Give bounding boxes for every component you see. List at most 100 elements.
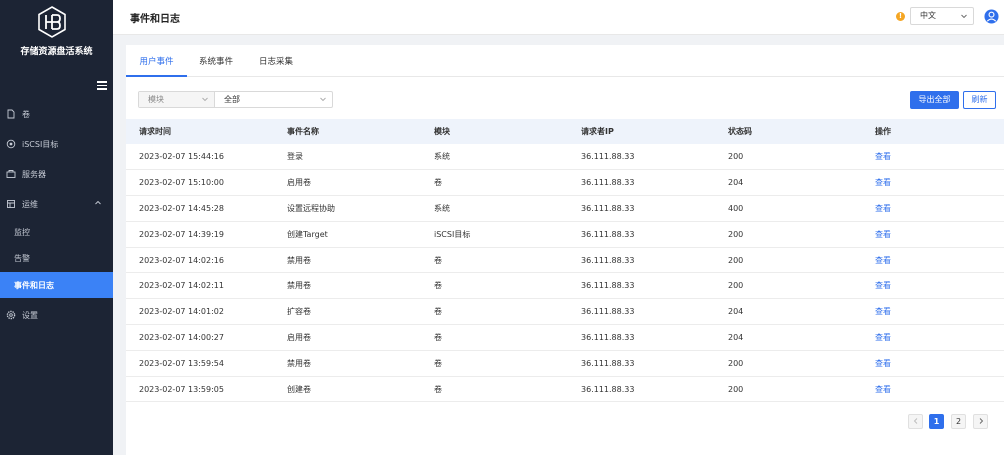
tab-user-events[interactable]: 用户事件: [126, 45, 187, 77]
table-cell: 200: [715, 221, 862, 248]
column-header: 状态码: [728, 127, 752, 136]
table-cell: 2023-02-07 14:00:27: [126, 324, 274, 351]
sidebar-item-volume[interactable]: 卷: [0, 101, 113, 127]
sidebar-item-label: iSCSI目标: [22, 139, 59, 149]
table-cell: 200: [715, 376, 862, 403]
chevron-right-icon: [979, 418, 983, 424]
table-cell: 36.111.88.33: [568, 195, 715, 222]
table-cell: 卷: [421, 298, 568, 326]
export-all-button[interactable]: 导出全部: [910, 91, 959, 109]
table-cell: 系统: [421, 144, 568, 171]
tab-bar: 用户事件 系统事件 日志采集: [126, 45, 1004, 77]
sidebar-item-events-logs[interactable]: 事件和日志: [0, 272, 113, 298]
column-header: 请求时间: [139, 127, 171, 136]
table-cell: 2023-02-07 14:02:11: [126, 272, 274, 300]
table-cell: 36.111.88.33: [568, 298, 715, 326]
table-cell: 卷: [421, 376, 568, 403]
filter-field-label: 模块: [148, 95, 164, 104]
refresh-button[interactable]: 刷新: [963, 91, 996, 109]
language-select[interactable]: 中文: [910, 7, 974, 25]
sidebar-item-iscsi[interactable]: iSCSI目标: [0, 131, 113, 157]
filter-value-select[interactable]: 全部: [215, 92, 332, 107]
table-cell: 启用卷: [274, 169, 421, 197]
target-icon: [6, 139, 16, 149]
chevron-down-icon: [202, 97, 208, 102]
page-button-1[interactable]: 1: [929, 414, 944, 429]
table-cell: 创建卷: [274, 376, 421, 403]
view-link[interactable]: 查看: [862, 298, 1004, 326]
table-cell: 200: [715, 144, 862, 171]
table-row: 2023-02-07 13:59:54 禁用卷卷 36.111.88.33 200 查看: [126, 350, 1004, 377]
column-header: 事件名称: [287, 127, 319, 136]
table-cell: 204: [715, 169, 862, 197]
table-cell: 200: [715, 350, 862, 377]
sidebar-item-label: 告警: [14, 253, 30, 263]
table-cell: 36.111.88.33: [568, 247, 715, 274]
sidebar-item-label: 运维: [22, 199, 38, 209]
sidebar-item-label: 设置: [22, 310, 38, 320]
sidebar-item-settings[interactable]: 设置: [0, 302, 113, 328]
main-card: 用户事件 系统事件 日志采集 模块 全部 导出全部 刷新 请求时间 事件名称 模…: [126, 45, 1004, 455]
view-link[interactable]: 查看: [862, 324, 1004, 351]
view-link[interactable]: 查看: [862, 169, 1004, 197]
view-link[interactable]: 查看: [862, 195, 1004, 222]
table-row: 2023-02-07 14:02:16 禁用卷卷 36.111.88.33 200 查看: [126, 247, 1004, 274]
table-cell: 2023-02-07 14:39:19: [126, 221, 274, 248]
tab-system-events[interactable]: 系统事件: [194, 45, 238, 77]
table-cell: 200: [715, 272, 862, 300]
language-value: 中文: [920, 11, 936, 20]
table-cell: 36.111.88.33: [568, 272, 715, 300]
table-row: 2023-02-07 14:39:19 创建Target iSCSI目标 36.111…: [126, 221, 1004, 248]
table-cell: 2023-02-07 13:59:54: [126, 350, 274, 377]
table-row: 2023-02-07 15:44:16 登录 系统 36.111.88.33 200 查看: [126, 144, 1004, 171]
table-header-row: 请求时间 事件名称 模块 请求者IP 状态码 操作: [126, 119, 1004, 144]
table-cell: 登录: [274, 144, 421, 171]
chevron-up-icon: [95, 200, 101, 205]
maintenance-icon: [7, 200, 15, 208]
table-cell: 204: [715, 298, 862, 326]
chevron-down-icon: [320, 97, 326, 102]
table-cell: 创建Target: [274, 221, 421, 248]
sidebar-item-alarm[interactable]: 告警: [0, 245, 113, 271]
table-cell: 36.111.88.33: [568, 169, 715, 197]
table-cell: 系统: [421, 195, 568, 222]
view-link[interactable]: 查看: [862, 350, 1004, 377]
table-cell: 2023-02-07 15:10:00: [126, 169, 274, 197]
table-cell: 400: [715, 195, 862, 222]
view-link[interactable]: 查看: [862, 272, 1004, 300]
view-link[interactable]: 查看: [862, 247, 1004, 274]
app-logo: [38, 6, 66, 38]
view-link[interactable]: 查看: [862, 376, 1004, 403]
table-cell: 2023-02-07 15:44:16: [126, 144, 274, 171]
gear-icon: [6, 310, 16, 320]
sidebar-item-server[interactable]: 服务器: [0, 161, 113, 187]
table-cell: 36.111.88.33: [568, 221, 715, 248]
top-bar: 事件和日志 ! 中文: [113, 0, 1004, 35]
chevron-down-icon: [961, 14, 967, 19]
sidebar-item-maintenance[interactable]: 运维: [0, 191, 113, 217]
table-cell: 卷: [421, 350, 568, 377]
column-header: 模块: [434, 127, 450, 136]
table-row: 2023-02-07 14:00:27 启用卷卷 36.111.88.33 204 查看: [126, 324, 1004, 351]
user-avatar-icon[interactable]: [984, 9, 999, 24]
table-cell: 200: [715, 247, 862, 274]
filter-field-select[interactable]: 模块: [139, 92, 215, 107]
module-filter: 模块 全部: [138, 91, 333, 108]
sidebar-item-monitor[interactable]: 监控: [0, 219, 113, 245]
page-title: 事件和日志: [130, 14, 180, 25]
table-cell: 36.111.88.33: [568, 350, 715, 377]
view-link[interactable]: 查看: [862, 221, 1004, 248]
prev-page-button[interactable]: [908, 414, 923, 429]
tab-log-collection[interactable]: 日志采集: [254, 45, 298, 77]
menu-toggle-icon[interactable]: [97, 81, 107, 90]
sidebar-item-label: 事件和日志: [14, 280, 54, 290]
table-row: 2023-02-07 15:10:00 启用卷卷 36.111.88.33 204 查看: [126, 169, 1004, 197]
table-cell: 卷: [421, 272, 568, 300]
table-cell: 204: [715, 324, 862, 351]
table-row: 2023-02-07 14:02:11 禁用卷卷 36.111.88.33 200 查看: [126, 272, 1004, 300]
page-button-2[interactable]: 2: [951, 414, 966, 429]
view-link[interactable]: 查看: [862, 144, 1004, 171]
next-page-button[interactable]: [973, 414, 988, 429]
warning-icon[interactable]: !: [896, 12, 905, 21]
column-header: 操作: [875, 127, 891, 136]
